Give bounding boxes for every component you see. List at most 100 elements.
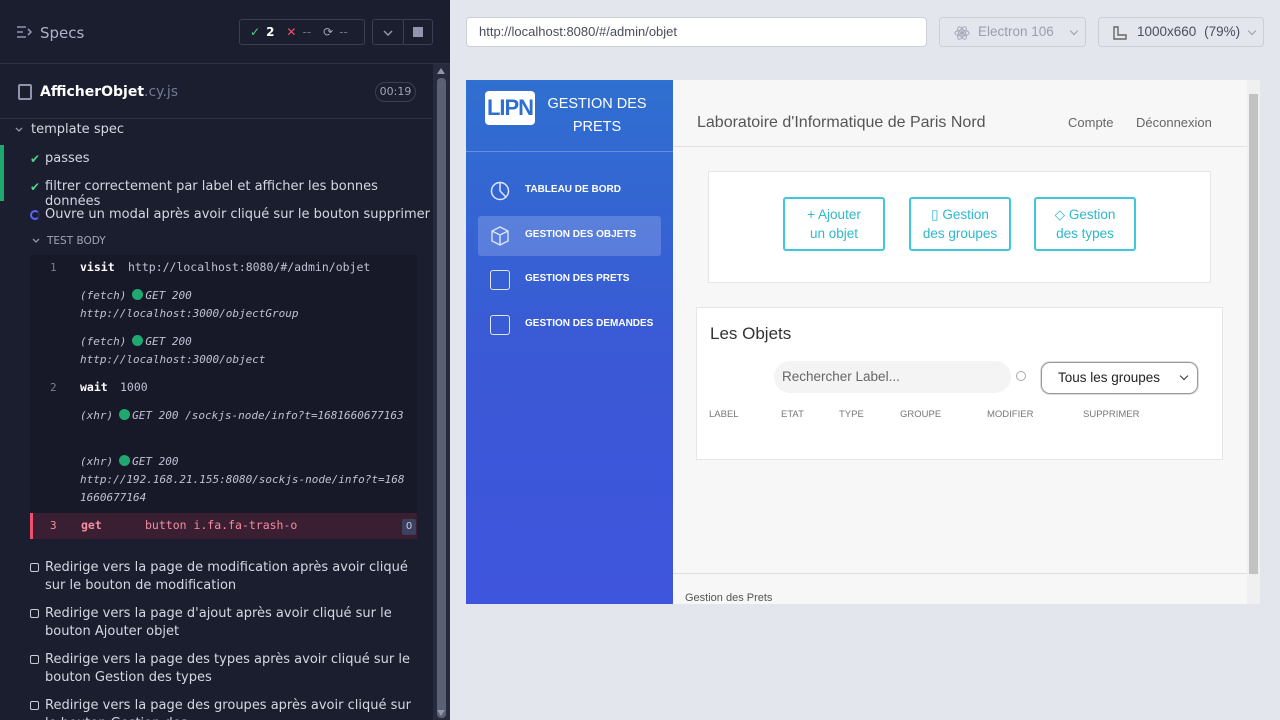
- command-number: 3: [50, 519, 57, 532]
- browser-name: Electron 106: [978, 24, 1054, 39]
- chevron-down-icon: [1179, 371, 1189, 381]
- box-icon: [491, 226, 509, 246]
- test-row[interactable]: ✔ filtrer correctement par label et affi…: [0, 175, 432, 209]
- scroll-down-icon[interactable]: [437, 710, 445, 716]
- test-title: Redirige vers la page des groupes après …: [45, 698, 411, 720]
- request-url: http://localhost:3000/objectGroup: [80, 307, 299, 320]
- app-under-test: LIPN GESTION DES PRETS TABLEAU DE BORD G…: [466, 80, 1260, 604]
- column-header[interactable]: ETAT: [781, 409, 804, 420]
- account-link[interactable]: Compte: [1068, 115, 1114, 130]
- status-dot-icon: [119, 409, 131, 420]
- manage-groups-button[interactable]: ▯ Gestion des groupes: [909, 197, 1011, 251]
- ruler-icon: [1113, 26, 1127, 40]
- specs-list-icon[interactable]: [16, 25, 32, 39]
- column-header[interactable]: LABEL: [709, 409, 739, 420]
- nav-label: TABLEAU DE BORD: [525, 184, 621, 195]
- test-body-label: TEST BODY: [47, 235, 106, 247]
- command-name: get: [81, 518, 102, 532]
- request-status: GET 200: [132, 455, 179, 468]
- chevron-down-icon: [383, 30, 393, 37]
- app-scrollbar[interactable]: [1247, 80, 1260, 604]
- failed-count: --: [302, 25, 312, 39]
- search-input[interactable]: Rechercher Label...: [774, 361, 1011, 393]
- app-scroll-thumb[interactable]: [1249, 94, 1258, 574]
- nav-gestion-des-prets[interactable]: GESTION DES PRETS: [478, 260, 661, 300]
- status-dot-icon: [132, 335, 144, 346]
- add-object-button[interactable]: + Ajouter un objet: [783, 197, 885, 251]
- app-topbar: Laboratoire d'Informatique de Paris Nord…: [673, 80, 1247, 147]
- request-log[interactable]: (xhr) GET 200 /sockjs-node/info?t=1681660…: [80, 407, 410, 425]
- column-header[interactable]: MODIFIER: [987, 409, 1033, 420]
- request-log[interactable]: (xhr) GET 200 http://192.168.21.155:8080/…: [80, 453, 410, 507]
- command-log: 1 visit http://localhost:8080/#/admin/ob…: [30, 255, 417, 539]
- request-url: /sockjs-node/info?t=1681660677163: [185, 409, 404, 422]
- request-type: (fetch): [80, 335, 127, 348]
- button-line: Gestion: [1068, 207, 1116, 222]
- test-title: Ouvre un modal après avoir cliqué sur le…: [45, 207, 430, 222]
- spec-file-name[interactable]: AfficherObjet.cy.js: [40, 84, 178, 100]
- test-row-pending[interactable]: Redirige vers la page de modification ap…: [0, 559, 432, 599]
- nav-label: GESTION DES OBJETS: [525, 229, 637, 240]
- test-title: Redirige vers la page de modification ap…: [45, 560, 408, 593]
- app-sidebar: LIPN GESTION DES PRETS TABLEAU DE BORD G…: [466, 80, 673, 604]
- request-status: GET 200: [132, 409, 179, 422]
- command-number: 1: [50, 261, 57, 274]
- cypress-runner-panel: Specs ✓ 2 ✕ -- ⟳ -- AfficherObjet.cy.js …: [0, 0, 450, 720]
- button-line: des groupes: [922, 226, 998, 241]
- request-log[interactable]: (fetch) GET 200 http://localhost:3000/obj…: [80, 333, 410, 369]
- passed-icon: ✓: [250, 25, 261, 39]
- test-row-pending[interactable]: Redirige vers la page d'ajout après avoi…: [0, 605, 432, 645]
- footer-text: Gestion des Prets: [685, 592, 773, 604]
- chevron-down-icon: [1069, 26, 1079, 36]
- test-title: passes: [45, 151, 90, 166]
- specs-title[interactable]: Specs: [40, 24, 84, 42]
- file-icon: [18, 84, 32, 100]
- command-arg: http://localhost:8080/#/admin/objet: [128, 260, 371, 274]
- command-name: visit: [80, 260, 115, 274]
- spec-file-bar: AfficherObjet.cy.js 00:19: [0, 75, 432, 119]
- request-type: (xhr): [80, 455, 114, 468]
- viewport-zoom: (79%): [1204, 24, 1241, 39]
- failed-icon: ✕: [286, 25, 297, 39]
- test-row-pending[interactable]: Redirige vers la page des groupes après …: [0, 697, 432, 720]
- request-status: GET 200: [145, 335, 192, 348]
- command-get-failed[interactable]: 3 get button i.fa.fa-trash-o 0: [30, 513, 417, 539]
- nav-gestion-des-objets[interactable]: GESTION DES OBJETS: [478, 216, 661, 256]
- request-log[interactable]: (fetch) GET 200 http://localhost:3000/obj…: [80, 287, 410, 323]
- test-row-running[interactable]: Ouvre un modal après avoir cliqué sur le…: [0, 207, 432, 233]
- nav-gestion-des-demandes[interactable]: GESTION DES DEMANDES: [478, 305, 661, 345]
- clipboard-icon: ▯: [931, 207, 939, 222]
- browser-selector[interactable]: Electron 106: [939, 17, 1086, 47]
- objects-card: Les Objets Rechercher Label... Tous les …: [696, 307, 1223, 460]
- logout-link[interactable]: Déconnexion: [1136, 115, 1212, 130]
- layers-icon: ◇: [1054, 207, 1066, 222]
- collapse-button[interactable]: [372, 19, 404, 45]
- column-header[interactable]: GROUPE: [900, 409, 941, 420]
- chevron-down-icon: [32, 238, 40, 243]
- passed-count: 2: [266, 25, 275, 39]
- column-header[interactable]: TYPE: [839, 409, 864, 420]
- test-title: Redirige vers la page des types après av…: [45, 652, 410, 685]
- url-bar[interactable]: http://localhost:8080/#/admin/objet: [466, 17, 927, 47]
- list-icon: [490, 270, 510, 290]
- stop-icon: [413, 27, 423, 37]
- actions-card: + Ajouter un objet ▯ Gestion des groupes…: [708, 171, 1211, 283]
- test-row[interactable]: ✔ passes: [0, 145, 432, 177]
- column-header[interactable]: SUPPRIMER: [1083, 409, 1139, 420]
- manage-types-button[interactable]: ◇ Gestion des types: [1034, 197, 1136, 251]
- status-dot-icon: [119, 455, 131, 466]
- test-row-pending[interactable]: Redirige vers la page des types après av…: [0, 651, 432, 691]
- runner-header: Specs ✓ 2 ✕ -- ⟳ --: [0, 0, 450, 64]
- search-icon[interactable]: [1016, 371, 1026, 381]
- button-line: + Ajouter: [807, 207, 861, 222]
- test-title: filtrer correctement par label et affich…: [45, 179, 378, 209]
- viewport-selector[interactable]: 1000x660 (79%): [1098, 17, 1264, 47]
- stop-button[interactable]: [403, 19, 433, 45]
- pending-icon: ⟳: [323, 25, 334, 39]
- pending-checkbox-icon: [30, 701, 39, 710]
- scroll-thumb[interactable]: [437, 78, 446, 718]
- scroll-up-icon[interactable]: [437, 68, 445, 74]
- group-filter-select[interactable]: Tous les groupes: [1041, 362, 1198, 394]
- nav-tableau-de-bord[interactable]: TABLEAU DE BORD: [478, 171, 661, 211]
- runner-scrollbar[interactable]: [433, 64, 450, 720]
